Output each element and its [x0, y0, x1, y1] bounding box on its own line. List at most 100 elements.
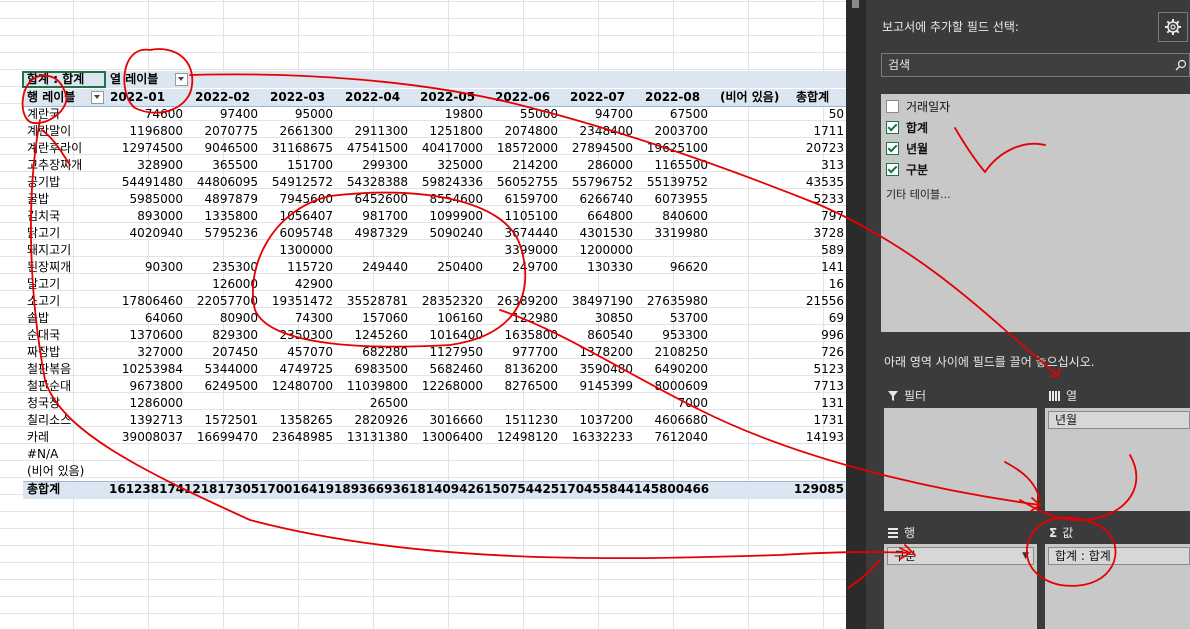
value-cell[interactable]: 1511230	[484, 412, 558, 429]
value-cell[interactable]: 94700	[559, 106, 633, 123]
value-cell[interactable]: 130330	[559, 259, 633, 276]
value-cell[interactable]: 4606680	[634, 412, 708, 429]
value-cell[interactable]: 6266740	[559, 191, 633, 208]
value-cell[interactable]: 327000	[109, 344, 183, 361]
value-cell[interactable]: 4897879	[184, 191, 258, 208]
value-cell[interactable]: 3399000	[484, 242, 558, 259]
value-cell[interactable]: 9145399	[559, 378, 633, 395]
grand-total-label[interactable]: 총합계	[27, 481, 60, 498]
value-cell[interactable]: 250400	[409, 259, 483, 276]
value-cell[interactable]: 14193	[770, 429, 844, 446]
value-cell[interactable]: 9046500	[184, 140, 258, 157]
value-cell[interactable]: 3319980	[634, 225, 708, 242]
value-cell[interactable]: 30850	[559, 310, 633, 327]
value-cell[interactable]: 1392713	[109, 412, 183, 429]
row-label-cell[interactable]: 고추장찌개	[27, 157, 82, 174]
row-label-cell[interactable]: 짜장밥	[27, 344, 60, 361]
value-cell[interactable]: 7713	[770, 378, 844, 395]
value-cell[interactable]: 19625100	[634, 140, 708, 157]
value-cell[interactable]: 18572000	[484, 140, 558, 157]
field-item-trade-date[interactable]: 거래일자	[886, 99, 950, 115]
value-cell[interactable]: 10253984	[109, 361, 183, 378]
value-cell[interactable]: 21556	[770, 293, 844, 310]
value-cell[interactable]: 1358265	[259, 412, 333, 429]
field-item-category[interactable]: 구분	[886, 162, 928, 178]
row-label-cell[interactable]: 닭고기	[27, 225, 60, 242]
value-cell[interactable]: 664800	[559, 208, 633, 225]
value-cell[interactable]: 5985000	[109, 191, 183, 208]
value-cell[interactable]: 40417000	[409, 140, 483, 157]
grand-total-cell[interactable]: 161238174	[109, 481, 184, 498]
value-cell[interactable]: 1200000	[559, 242, 633, 259]
value-cell[interactable]: 13006400	[409, 429, 483, 446]
value-cell[interactable]: 39008037	[109, 429, 183, 446]
value-cell[interactable]: 19351472	[259, 293, 333, 310]
value-cell[interactable]: 2661300	[259, 123, 333, 140]
value-cell[interactable]: 54912572	[259, 174, 333, 191]
value-cell[interactable]: 131	[770, 395, 844, 412]
value-cell[interactable]: 6095748	[259, 225, 333, 242]
value-cell[interactable]: 3728	[770, 225, 844, 242]
value-cell[interactable]: 2074800	[484, 123, 558, 140]
spreadsheet-grid[interactable]: 합계 : 합계 열 레이블 행 레이블 2022-01 2022-02 2022-0…	[0, 0, 846, 629]
value-cell[interactable]: 16699470	[184, 429, 258, 446]
value-cell[interactable]: 1300000	[259, 242, 333, 259]
value-cell[interactable]: 840600	[634, 208, 708, 225]
value-cell[interactable]: 5123	[770, 361, 844, 378]
value-cell[interactable]: 12498120	[484, 429, 558, 446]
row-label-cell[interactable]: 청국장	[27, 395, 60, 412]
grand-total-cell[interactable]: 170016419	[259, 481, 334, 498]
value-cell[interactable]: 1286000	[109, 395, 183, 412]
value-cell[interactable]: 1370600	[109, 327, 183, 344]
value-cell[interactable]: 38497190	[559, 293, 633, 310]
value-cell[interactable]: 13131380	[334, 429, 408, 446]
value-cell[interactable]: 96620	[634, 259, 708, 276]
value-cell[interactable]: 90300	[109, 259, 183, 276]
value-cell[interactable]: 1245260	[334, 327, 408, 344]
value-cell[interactable]: 5682460	[409, 361, 483, 378]
pivot-value-label[interactable]: 합계 : 합계	[27, 71, 84, 88]
column-header[interactable]: 2022-04	[345, 89, 400, 106]
value-cell[interactable]: 6452600	[334, 191, 408, 208]
value-cell[interactable]: 249440	[334, 259, 408, 276]
value-cell[interactable]: 981700	[334, 208, 408, 225]
value-cell[interactable]: 54491480	[109, 174, 183, 191]
column-header[interactable]: 2022-01	[110, 89, 165, 106]
value-cell[interactable]: 1056407	[259, 208, 333, 225]
grand-total-cell[interactable]: 189366936	[334, 481, 409, 498]
row-label-cell[interactable]: 계란후라이	[27, 140, 82, 157]
more-tables-link[interactable]: 기타 테이블...	[886, 186, 951, 202]
value-cell[interactable]: 207450	[184, 344, 258, 361]
value-cell[interactable]: 7945600	[259, 191, 333, 208]
value-cell[interactable]: 11039800	[334, 378, 408, 395]
filter-drop-area[interactable]	[884, 408, 1037, 511]
value-cell[interactable]: 20723	[770, 140, 844, 157]
value-cell[interactable]: 157060	[334, 310, 408, 327]
value-cell[interactable]: 3016660	[409, 412, 483, 429]
values-field-chip[interactable]: 합계 : 합계	[1048, 547, 1190, 565]
value-cell[interactable]: 74300	[259, 310, 333, 327]
value-cell[interactable]: 31168675	[259, 140, 333, 157]
values-drop-area[interactable]: 합계 : 합계	[1045, 544, 1190, 629]
row-label-cell[interactable]: 솥밥	[27, 310, 49, 327]
value-cell[interactable]: 26389200	[484, 293, 558, 310]
grand-total-cell[interactable]: 145800466	[634, 481, 709, 498]
value-cell[interactable]: 797	[770, 208, 844, 225]
value-cell[interactable]: 7000	[634, 395, 708, 412]
value-cell[interactable]: 53700	[634, 310, 708, 327]
value-cell[interactable]: 1378200	[559, 344, 633, 361]
grand-total-cell[interactable]: 170455844	[559, 481, 634, 498]
value-cell[interactable]: 1335800	[184, 208, 258, 225]
value-cell[interactable]: 328900	[109, 157, 183, 174]
grand-total-cell[interactable]: 129085	[770, 481, 844, 498]
value-cell[interactable]: 55139752	[634, 174, 708, 191]
value-cell[interactable]: 35528781	[334, 293, 408, 310]
value-cell[interactable]: 55796752	[559, 174, 633, 191]
value-cell[interactable]: 235300	[184, 259, 258, 276]
value-cell[interactable]: 43535	[770, 174, 844, 191]
rows-drop-area[interactable]: 구분 ▼	[884, 544, 1037, 629]
value-cell[interactable]: 1635800	[484, 327, 558, 344]
value-cell[interactable]: 151700	[259, 157, 333, 174]
grand-total-cell[interactable]: 121817305	[184, 481, 259, 498]
value-cell[interactable]: 22057700	[184, 293, 258, 310]
